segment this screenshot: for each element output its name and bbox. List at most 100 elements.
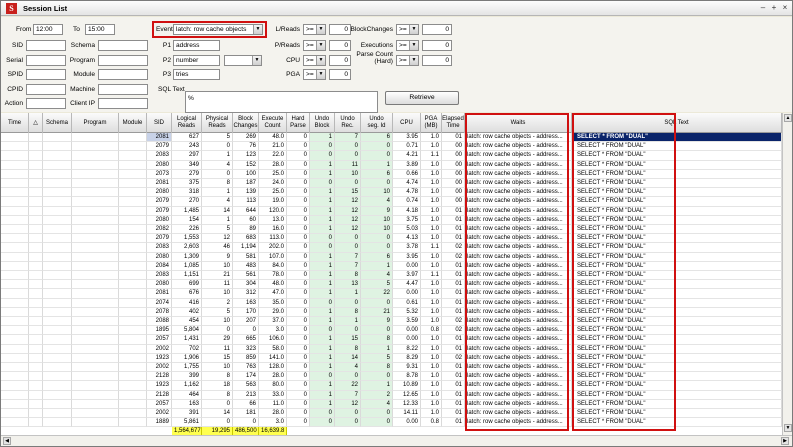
p3-input[interactable]: tries — [173, 69, 220, 80]
parsecount-input[interactable]: 0 — [422, 55, 452, 66]
p2-value-select[interactable]: ▼ — [224, 55, 262, 66]
maximize-icon[interactable]: + — [769, 3, 779, 13]
module-input[interactable] — [98, 69, 148, 80]
cell-empty — [72, 151, 119, 161]
cell-empty — [1, 280, 29, 290]
sid-input[interactable] — [26, 40, 66, 51]
serial-input[interactable] — [26, 55, 66, 66]
program-input[interactable] — [98, 55, 148, 66]
executions-input[interactable]: 0 — [422, 40, 452, 51]
event-select[interactable]: latch: row cache objects ▼ — [173, 24, 263, 35]
cell-undo-rec: 22 — [335, 381, 361, 391]
sql-text-input[interactable]: % — [185, 91, 378, 113]
cpid-input[interactable] — [26, 84, 66, 95]
executions-operator-select[interactable]: >= ▼ — [396, 40, 419, 51]
cell-empty — [1, 307, 29, 317]
cell-pga: 1.0 — [421, 142, 442, 152]
cell-undo-block: 1 — [310, 390, 335, 400]
cell-empty — [1, 298, 29, 308]
preads-operator-select[interactable]: >= ▼ — [303, 40, 326, 51]
chevron-down-icon[interactable]: ▼ — [409, 25, 418, 34]
scroll-down-icon[interactable]: ▼ — [784, 424, 792, 432]
sort-indicator-icon[interactable]: △ — [29, 113, 43, 133]
col-header-sid[interactable]: SID — [147, 113, 172, 133]
from-time-input[interactable]: 12:00 — [33, 24, 63, 35]
cell-pga: 1.0 — [421, 344, 442, 354]
col-header-execute-count[interactable]: Execute Count — [259, 113, 287, 133]
preads-input[interactable]: 0 — [329, 40, 351, 51]
blockchanges-input[interactable]: 0 — [422, 24, 452, 35]
cell-elapsed: 02 — [442, 243, 465, 253]
chevron-down-icon[interactable]: ▼ — [409, 56, 418, 65]
cpu-operator-select[interactable]: >= ▼ — [303, 55, 326, 66]
cpu-input[interactable]: 0 — [329, 55, 351, 66]
vertical-scrollbar[interactable]: ▲ ▼ — [782, 113, 792, 435]
cell-undo-seg: 0 — [361, 409, 393, 419]
col-header-cpu[interactable]: CPU — [393, 113, 421, 133]
cell-pga: 1.0 — [421, 206, 442, 216]
pga-input[interactable]: 0 — [329, 69, 351, 80]
total-logical-reads: 1,564,677 — [172, 427, 202, 435]
minimize-icon[interactable]: – — [758, 3, 768, 13]
chevron-down-icon[interactable]: ▼ — [316, 56, 325, 65]
to-time-input[interactable]: 15:00 — [85, 24, 115, 35]
scroll-right-icon[interactable]: ▶ — [781, 437, 789, 445]
lreads-operator-select[interactable]: >= ▼ — [303, 24, 326, 35]
col-header-time[interactable]: Time — [1, 113, 29, 133]
cell-empty — [1, 418, 29, 428]
horizontal-scrollbar[interactable]: ◀ ▶ — [1, 435, 792, 446]
pga-operator-select[interactable]: >= ▼ — [303, 69, 326, 80]
lreads-input[interactable]: 0 — [329, 24, 351, 35]
cell-elapsed: 01 — [442, 206, 465, 216]
cell-block-changes: 859 — [233, 353, 259, 363]
cell-physical-reads: 21 — [202, 271, 233, 281]
cell-empty — [119, 381, 147, 391]
cell-hard-parse: 0 — [287, 169, 310, 179]
cell-hard-parse: 0 — [287, 206, 310, 216]
cell-physical-reads: 8 — [202, 390, 233, 400]
chevron-down-icon[interactable]: ▼ — [409, 41, 418, 50]
scroll-up-icon[interactable]: ▲ — [784, 114, 792, 122]
cell-undo-block: 1 — [310, 197, 335, 207]
col-header-logical-reads[interactable]: Logical Reads — [172, 113, 202, 133]
col-header-undo-seg[interactable]: Undo seg. Id — [361, 113, 393, 133]
spid-input[interactable] — [26, 69, 66, 80]
cell-undo-seg: 10 — [361, 188, 393, 198]
action-input[interactable] — [26, 98, 66, 109]
col-header-pga[interactable]: PGA (MB) — [421, 113, 442, 133]
parsecount-operator-select[interactable]: >= ▼ — [396, 55, 419, 66]
col-header-block-changes[interactable]: Block Changes — [233, 113, 259, 133]
client-ip-input[interactable] — [98, 98, 148, 109]
p2-input[interactable]: number — [173, 55, 220, 66]
chevron-down-icon[interactable]: ▼ — [252, 56, 261, 65]
cell-empty — [43, 160, 72, 170]
cell-block-changes: 76 — [233, 142, 259, 152]
chevron-down-icon[interactable]: ▼ — [253, 25, 262, 34]
cell-physical-reads: 14 — [202, 409, 233, 419]
chevron-down-icon[interactable]: ▼ — [316, 25, 325, 34]
cell-sid: 2081 — [147, 133, 172, 143]
chevron-down-icon[interactable]: ▼ — [316, 70, 325, 79]
machine-input[interactable] — [98, 84, 148, 95]
col-header-undo-rec[interactable]: Undo Rec. — [335, 113, 361, 133]
col-header-hard-parse[interactable]: Hard Parse — [287, 113, 310, 133]
cell-pga: 1.0 — [421, 298, 442, 308]
close-icon[interactable]: × — [780, 3, 790, 13]
p1-input[interactable]: address — [173, 40, 220, 51]
col-header-elapsed[interactable]: Elapsed Time — [442, 113, 465, 133]
cell-empty — [43, 344, 72, 354]
chevron-down-icon[interactable]: ▼ — [316, 41, 325, 50]
col-header-module[interactable]: Module — [119, 113, 147, 133]
scroll-left-icon[interactable]: ◀ — [3, 437, 11, 445]
retrieve-button[interactable]: Retrieve — [385, 91, 459, 105]
cell-empty — [1, 317, 29, 327]
col-header-schema[interactable]: Schema — [43, 113, 72, 133]
filter-panel: From 12:00 To 15:00 SID Schema Serial Pr… — [1, 17, 792, 113]
schema-input[interactable] — [98, 40, 148, 51]
col-header-physical-reads[interactable]: Physical Reads — [202, 113, 233, 133]
blockchanges-operator-select[interactable]: >= ▼ — [396, 24, 419, 35]
col-header-undo-block[interactable]: Undo Block — [310, 113, 335, 133]
col-header-program[interactable]: Program — [72, 113, 119, 133]
cell-empty — [29, 225, 43, 235]
cell-hard-parse: 0 — [287, 188, 310, 198]
